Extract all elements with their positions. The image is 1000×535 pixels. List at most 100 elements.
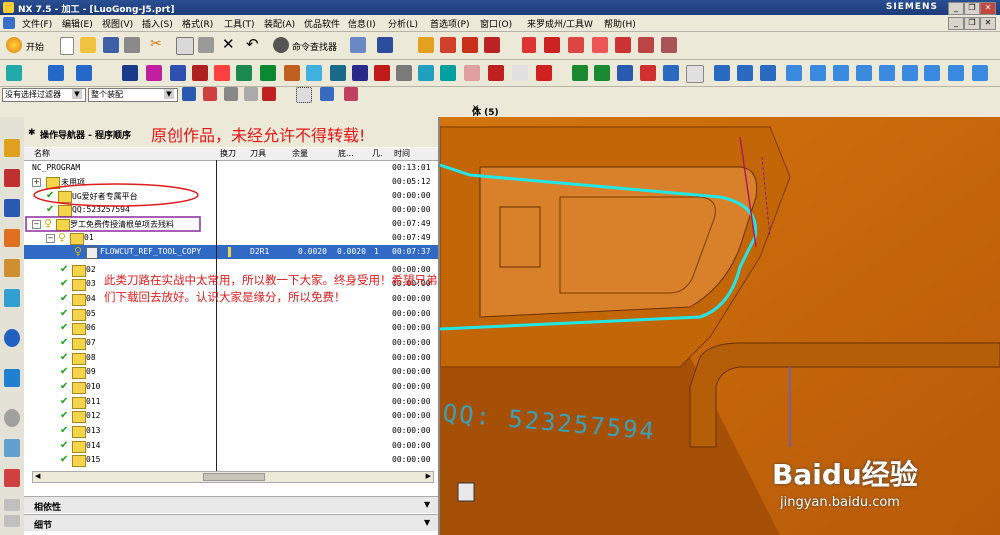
- machine-view-icon[interactable]: [146, 65, 162, 81]
- link-icon[interactable]: [224, 87, 238, 101]
- menu-assembly[interactable]: 装配(A): [264, 17, 295, 30]
- generate-icon[interactable]: [214, 65, 230, 81]
- nx-app-icon[interactable]: [3, 2, 14, 13]
- minimize-button[interactable]: _: [948, 2, 964, 15]
- dependencies-panel[interactable]: 相依性 ▼: [24, 496, 438, 513]
- graphics-viewport[interactable]: QQ: 523257594 Baidu经验 jingyan.baidu.com: [440, 117, 1000, 535]
- menu-help[interactable]: 帮助(H): [604, 17, 636, 30]
- nav-constraint-icon[interactable]: [4, 169, 20, 187]
- chevron-down-icon[interactable]: ▼: [72, 89, 82, 99]
- gouge-icon[interactable]: [536, 65, 552, 81]
- tool-icon[interactable]: [488, 65, 504, 81]
- method-view-icon[interactable]: [192, 65, 208, 81]
- menu-info[interactable]: 信息(I): [348, 17, 376, 30]
- rotate-icon[interactable]: [856, 65, 872, 81]
- zoom-icon[interactable]: [810, 65, 826, 81]
- nav-history-icon[interactable]: [4, 369, 20, 387]
- trim-icon[interactable]: [615, 37, 631, 53]
- undo-icon[interactable]: ↶: [246, 35, 259, 53]
- pig-icon[interactable]: [464, 65, 480, 81]
- command-finder-icon[interactable]: [273, 37, 289, 53]
- offset-icon[interactable]: [638, 37, 654, 53]
- menu-youpin[interactable]: 优品软件: [304, 17, 340, 30]
- feed-icon[interactable]: [352, 65, 368, 81]
- cut-region-icon[interactable]: [330, 65, 346, 81]
- geometry-view-icon[interactable]: [170, 65, 186, 81]
- nav-web-icon[interactable]: [4, 329, 20, 347]
- menu-edit[interactable]: 编辑(E): [62, 17, 93, 30]
- move-up-icon[interactable]: [572, 65, 588, 81]
- replay-icon[interactable]: [236, 65, 252, 81]
- edit-object-icon[interactable]: [350, 37, 366, 53]
- curve-icon[interactable]: [440, 37, 456, 53]
- scroll-right-icon[interactable]: ▶: [426, 472, 431, 480]
- horizontal-scrollbar[interactable]: ◀ ▶: [32, 471, 434, 483]
- color-icon[interactable]: [640, 65, 656, 81]
- arc-tool-icon[interactable]: [544, 37, 560, 53]
- spline-icon[interactable]: [568, 37, 584, 53]
- path-display-icon[interactable]: [512, 65, 528, 81]
- start-button[interactable]: 开始: [26, 40, 44, 53]
- menu-file[interactable]: 文件(F): [22, 17, 52, 30]
- new-file-icon[interactable]: [60, 37, 74, 55]
- shading-icon[interactable]: [714, 65, 730, 81]
- menu-window[interactable]: 窗口(O): [480, 17, 512, 30]
- maximize-button[interactable]: ❐: [964, 2, 980, 15]
- named-view-icon[interactable]: [924, 65, 940, 81]
- doc-minimize-button[interactable]: _: [948, 17, 964, 30]
- details-panel[interactable]: 细节 ▼: [24, 514, 438, 531]
- scroll-left-icon[interactable]: ◀: [35, 472, 40, 480]
- display-icon[interactable]: [377, 37, 393, 53]
- nav-scroll-down-icon[interactable]: [4, 515, 20, 527]
- line-icon[interactable]: [522, 37, 536, 53]
- nav-roles-icon[interactable]: [4, 469, 20, 487]
- menu-format[interactable]: 格式(R): [182, 17, 213, 30]
- program-view-icon[interactable]: [122, 65, 138, 81]
- measure-icon[interactable]: [418, 37, 434, 53]
- insert-program-icon[interactable]: [6, 65, 22, 81]
- nav-clock-icon[interactable]: [4, 409, 20, 427]
- nav-scroll-up-icon[interactable]: [4, 499, 20, 511]
- chevron-down-icon[interactable]: ▼: [424, 500, 430, 509]
- doc-close-button[interactable]: ✕: [980, 17, 996, 30]
- blank-icon[interactable]: [440, 65, 456, 81]
- perspective-icon[interactable]: [879, 65, 895, 81]
- close-button[interactable]: ✕: [980, 2, 996, 15]
- background-icon[interactable]: [972, 65, 988, 81]
- command-finder-button[interactable]: 命令查找器: [292, 40, 337, 53]
- move-down-icon[interactable]: [594, 65, 610, 81]
- paste-icon[interactable]: [198, 37, 214, 53]
- nav-part-icon[interactable]: [4, 199, 20, 217]
- menu-luo-tools[interactable]: 来罗成州/工具W: [527, 17, 593, 30]
- cube-select-icon[interactable]: [320, 87, 334, 101]
- close-icon[interactable]: ✕: [472, 104, 994, 114]
- verify-icon[interactable]: [260, 65, 276, 81]
- section-icon[interactable]: [948, 65, 964, 81]
- menu-view[interactable]: 视图(V): [102, 17, 133, 30]
- layer-icon[interactable]: [617, 65, 633, 81]
- hidden-lines-icon[interactable]: [760, 65, 776, 81]
- arc-icon[interactable]: [462, 37, 478, 53]
- postprocess-icon[interactable]: [284, 65, 300, 81]
- shop-doc-icon[interactable]: [306, 65, 322, 81]
- fit-icon[interactable]: [786, 65, 802, 81]
- view-orient-icon[interactable]: [663, 65, 679, 81]
- nav-reuse-icon[interactable]: [4, 289, 20, 307]
- menu-analysis[interactable]: 分析(L): [388, 17, 418, 30]
- scroll-thumb[interactable]: [203, 473, 265, 481]
- open-folder-icon[interactable]: [80, 37, 96, 53]
- target-icon[interactable]: [244, 87, 258, 101]
- doc-restore-button[interactable]: ❐: [964, 17, 980, 30]
- app-menu-icon[interactable]: [3, 17, 15, 29]
- nav-assembly-icon[interactable]: [4, 139, 20, 157]
- snap-curve-icon[interactable]: [262, 87, 276, 101]
- nav-system-icon[interactable]: [4, 439, 20, 457]
- start-icon[interactable]: [6, 37, 22, 53]
- rectangle-select-icon[interactable]: [296, 87, 312, 103]
- menu-preferences[interactable]: 首选项(P): [430, 17, 469, 30]
- copy-icon[interactable]: [176, 37, 194, 55]
- snap-point-icon[interactable]: [203, 87, 217, 101]
- analysis-icon[interactable]: [484, 37, 500, 53]
- pan-icon[interactable]: [833, 65, 849, 81]
- cut-icon[interactable]: ✂: [150, 36, 162, 52]
